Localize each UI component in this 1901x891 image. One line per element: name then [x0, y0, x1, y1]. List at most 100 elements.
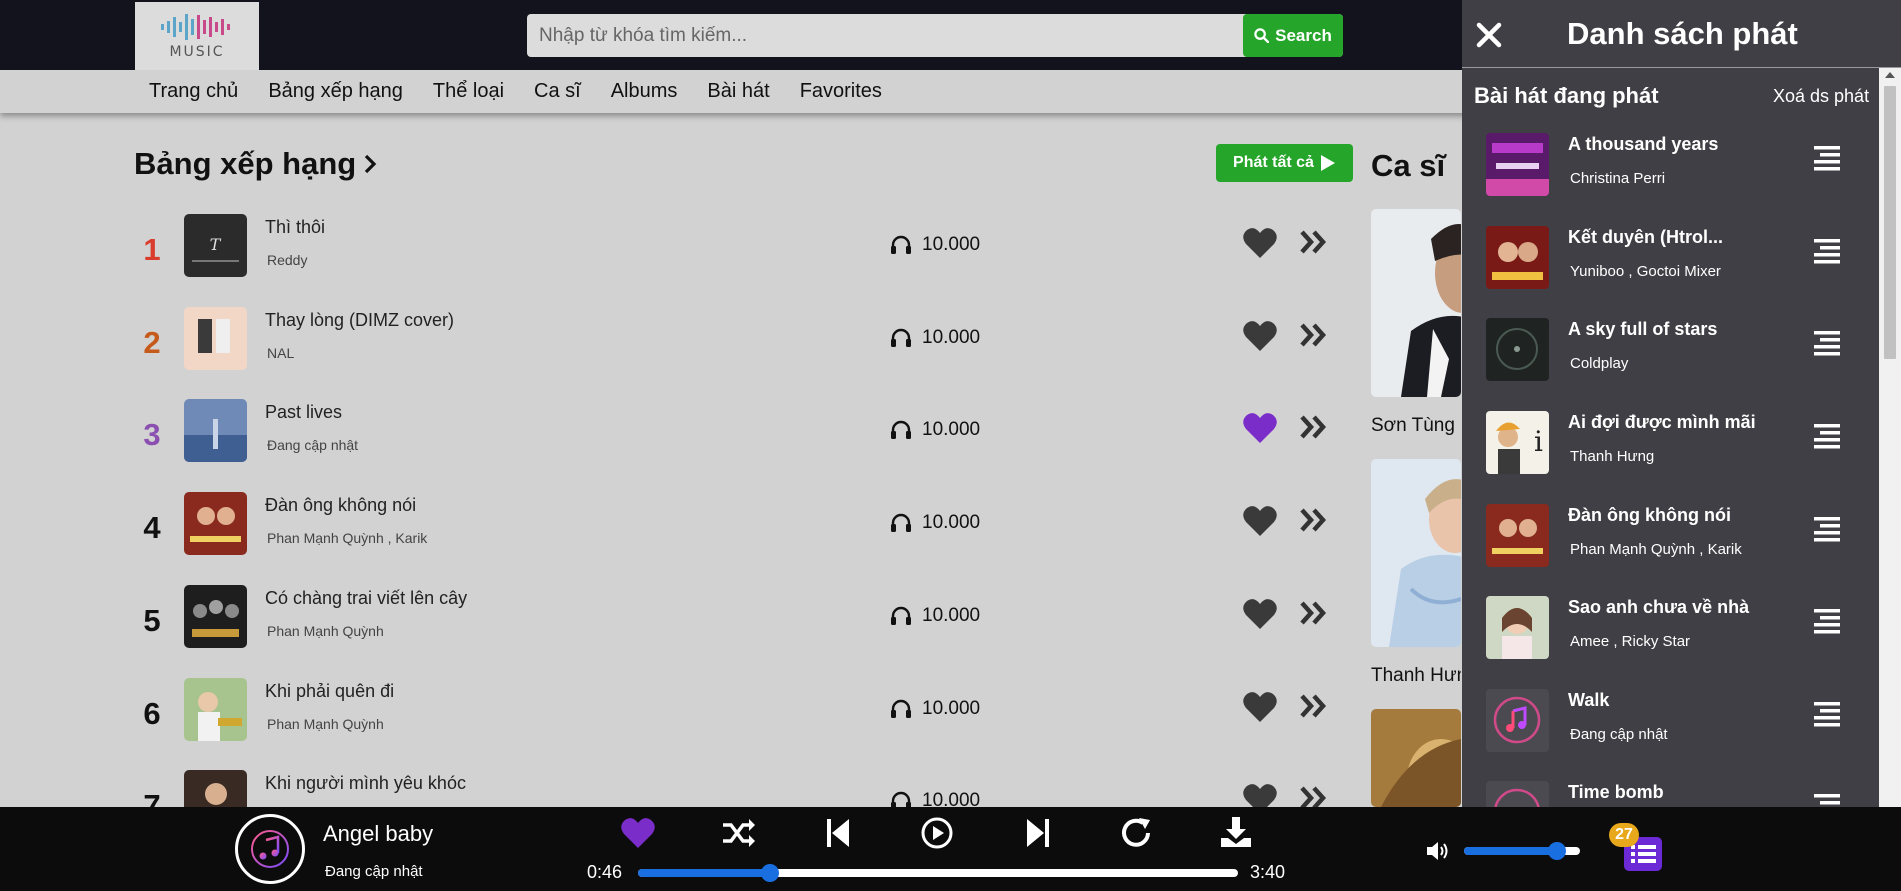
- song-artist[interactable]: NAL: [267, 345, 294, 361]
- playlist-item-thumbnail[interactable]: [1486, 596, 1549, 659]
- playlist-item-title[interactable]: Đàn ông không nói: [1568, 505, 1731, 526]
- scrollbar-thumb[interactable]: [1884, 86, 1896, 359]
- playlist-item-title[interactable]: A thousand years: [1568, 134, 1718, 155]
- double-chevron-right-icon[interactable]: [1298, 599, 1328, 627]
- song-artist[interactable]: Phan Mạnh Quỳnh: [267, 623, 384, 639]
- song-thumbnail[interactable]: T: [184, 214, 247, 277]
- drag-handle-icon[interactable]: [1812, 421, 1842, 451]
- song-title[interactable]: Có chàng trai viết lên cây: [265, 588, 467, 609]
- playlist-item-thumbnail[interactable]: [1486, 781, 1549, 807]
- heart-icon[interactable]: [1242, 226, 1278, 260]
- singer-name[interactable]: Thanh Hưng: [1371, 665, 1461, 687]
- play-all-button[interactable]: Phát tất cả: [1216, 144, 1353, 182]
- playlist-item[interactable]: Sao anh chưa về nhà Amee , Ricky Star: [1462, 596, 1877, 688]
- song-artist[interactable]: Đang cập nhật: [267, 437, 358, 453]
- volume-handle[interactable]: [1547, 842, 1566, 860]
- double-chevron-right-icon[interactable]: [1298, 692, 1328, 720]
- close-icon[interactable]: [1474, 20, 1504, 50]
- playlist-item-title[interactable]: A sky full of stars: [1568, 319, 1717, 340]
- playlist-item[interactable]: i Ai đợi được mình mãi Thanh Hưng: [1462, 411, 1877, 503]
- drag-handle-icon[interactable]: [1812, 606, 1842, 636]
- song-artist[interactable]: Phan Mạnh Quỳnh , Karik: [267, 530, 427, 546]
- clear-playlist-button[interactable]: Xoá ds phát: [1773, 86, 1869, 107]
- playlist-item-title[interactable]: Kết duyên (Htrol...: [1568, 227, 1723, 248]
- next-icon[interactable]: [1020, 816, 1056, 850]
- playlist-item-thumbnail[interactable]: [1486, 318, 1549, 381]
- nav-charts[interactable]: Bảng xếp hạng: [268, 80, 403, 103]
- search-input[interactable]: [527, 14, 1243, 57]
- progress-slider[interactable]: [638, 864, 1238, 882]
- double-chevron-right-icon[interactable]: [1298, 228, 1328, 256]
- song-title[interactable]: Khi phải quên đi: [265, 681, 394, 702]
- chart-song-row[interactable]: 6 Khi phải quên đi Phan Mạnh Quỳnh 10.00…: [134, 678, 1354, 770]
- playlist-item[interactable]: A sky full of stars Coldplay: [1462, 318, 1877, 410]
- singer-image[interactable]: [1371, 209, 1461, 397]
- song-title[interactable]: Đàn ông không nói: [265, 495, 416, 516]
- double-chevron-right-icon[interactable]: [1298, 321, 1328, 349]
- heart-icon[interactable]: [1242, 411, 1278, 445]
- playlist-item[interactable]: Đàn ông không nói Phan Mạnh Quỳnh , Kari…: [1462, 504, 1877, 596]
- playlist-item[interactable]: A thousand years Christina Perri: [1462, 133, 1877, 225]
- drag-handle-icon[interactable]: [1812, 143, 1842, 173]
- nav-singers[interactable]: Ca sĩ: [534, 80, 581, 103]
- playlist-item-title[interactable]: Time bomb: [1568, 782, 1664, 803]
- chart-song-row[interactable]: 3 Past lives Đang cập nhật 10.000: [134, 399, 1354, 491]
- drag-handle-icon[interactable]: [1812, 328, 1842, 358]
- drag-handle-icon[interactable]: [1812, 514, 1842, 544]
- volume-slider[interactable]: [1464, 842, 1580, 860]
- volume-icon[interactable]: [1425, 840, 1451, 862]
- song-thumbnail[interactable]: [184, 399, 247, 462]
- song-artist[interactable]: Reddy: [267, 252, 307, 268]
- singer-name[interactable]: Sơn Tùng M-TP: [1371, 415, 1461, 437]
- chart-heading[interactable]: Bảng xếp hạng: [134, 146, 378, 182]
- drag-handle-icon[interactable]: [1812, 236, 1842, 266]
- song-thumbnail[interactable]: [184, 307, 247, 370]
- playlist-scrollbar[interactable]: [1879, 68, 1901, 807]
- drag-handle-icon[interactable]: [1812, 791, 1842, 807]
- nav-favorites[interactable]: Favorites: [800, 80, 882, 103]
- playlist-item-title[interactable]: Ai đợi được mình mãi: [1568, 412, 1756, 433]
- heart-icon[interactable]: [1242, 690, 1278, 724]
- playlist-item[interactable]: Time bomb: [1462, 781, 1877, 807]
- previous-icon[interactable]: [820, 816, 856, 850]
- heart-icon[interactable]: [1242, 597, 1278, 631]
- logo[interactable]: MUSIC: [135, 2, 259, 70]
- playlist-item-thumbnail[interactable]: [1486, 689, 1549, 752]
- chart-song-row[interactable]: 2 Thay lòng (DIMZ cover) NAL 10.000: [134, 307, 1354, 399]
- drag-handle-icon[interactable]: [1812, 699, 1842, 729]
- nav-genres[interactable]: Thể loại: [433, 80, 504, 103]
- song-title[interactable]: Past lives: [265, 402, 342, 423]
- playlist-item-thumbnail[interactable]: i: [1486, 411, 1549, 474]
- singers-heading[interactable]: Ca sĩ: [1371, 148, 1445, 184]
- nav-songs[interactable]: Bài hát: [707, 80, 769, 103]
- double-chevron-right-icon[interactable]: [1298, 413, 1328, 441]
- heart-icon[interactable]: [620, 816, 656, 850]
- playlist-item-title[interactable]: Walk: [1568, 690, 1609, 711]
- chart-song-row[interactable]: 1 T Thì thôi Reddy 10.000: [134, 214, 1354, 306]
- playlist-item-thumbnail[interactable]: [1486, 133, 1549, 196]
- download-icon[interactable]: [1218, 816, 1254, 850]
- nav-home[interactable]: Trang chủ: [149, 80, 238, 103]
- song-thumbnail[interactable]: [184, 678, 247, 741]
- double-chevron-right-icon[interactable]: [1298, 506, 1328, 534]
- playlist-item[interactable]: Walk Đang cập nhật: [1462, 689, 1877, 781]
- now-playing-disc[interactable]: [235, 814, 305, 884]
- heart-icon[interactable]: [1242, 319, 1278, 353]
- song-title[interactable]: Khi người mình yêu khóc: [265, 773, 466, 794]
- progress-handle[interactable]: [761, 864, 779, 882]
- shuffle-icon[interactable]: [720, 816, 756, 850]
- play-icon[interactable]: [919, 816, 955, 850]
- song-thumbnail[interactable]: [184, 492, 247, 555]
- playlist-item-title[interactable]: Sao anh chưa về nhà: [1568, 597, 1749, 618]
- heart-icon[interactable]: [1242, 504, 1278, 538]
- playlist-item[interactable]: Kết duyên (Htrol... Yuniboo , Goctoi Mix…: [1462, 226, 1877, 318]
- song-thumbnail[interactable]: [184, 585, 247, 648]
- search-button[interactable]: Search: [1243, 14, 1343, 57]
- repeat-icon[interactable]: [1119, 816, 1155, 850]
- singer-image[interactable]: [1371, 709, 1461, 807]
- chart-song-row[interactable]: 5 Có chàng trai viết lên cây Phan Mạnh Q…: [134, 585, 1354, 677]
- song-title[interactable]: Thay lòng (DIMZ cover): [265, 310, 454, 331]
- singer-image[interactable]: [1371, 459, 1461, 647]
- song-artist[interactable]: Phan Mạnh Quỳnh: [267, 716, 384, 732]
- playlist-item-thumbnail[interactable]: [1486, 504, 1549, 567]
